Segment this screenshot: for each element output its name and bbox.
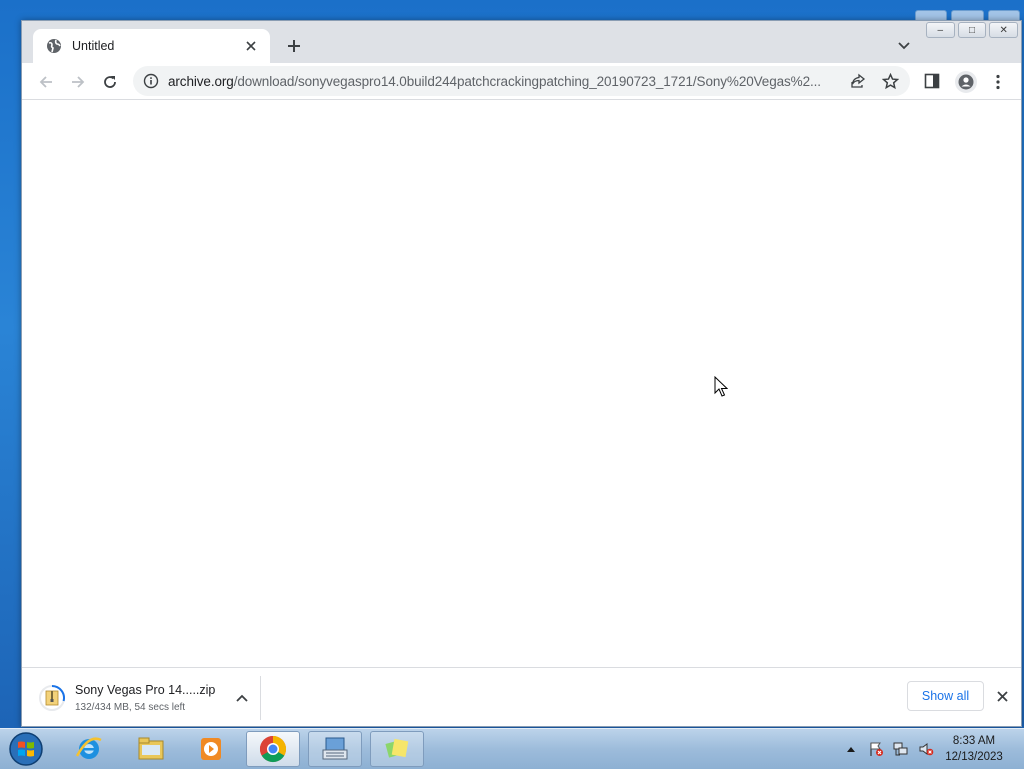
download-filename: Sony Vegas Pro 14.....zip [75,683,216,697]
zip-file-icon [39,685,65,711]
profile-avatar-icon[interactable] [955,71,977,93]
page-content [22,100,1021,667]
show-all-button[interactable]: Show all [907,681,984,711]
reload-icon [104,76,116,88]
download-item[interactable]: Sony Vegas Pro 14.....zip 132/434 MB, 54… [33,676,261,720]
file-explorer-icon[interactable] [124,731,178,767]
download-status: 132/434 MB, 54 secs left [75,702,186,713]
system-tray [842,739,935,759]
media-player-icon[interactable] [184,731,238,767]
plus-icon [288,40,300,52]
mouse-cursor-icon [714,376,728,397]
clock-time: 8:33 AM [952,735,996,747]
tab-close-icon[interactable] [242,37,260,55]
action-center-flag-icon[interactable] [867,740,885,758]
chevron-down-icon [898,42,910,50]
internet-explorer-icon[interactable] [62,731,116,767]
clock-date: 12/13/2023 [945,751,1003,763]
on-screen-keyboard-icon[interactable] [308,731,362,767]
globe-icon [46,38,62,54]
url-path: /download/sonyvegaspro14.0build244patchc… [233,73,821,89]
tab-title: Untitled [72,39,115,53]
chrome-icon[interactable] [246,731,300,767]
tab-untitled[interactable]: Untitled [33,29,270,63]
taskbar: 8:33 AM 12/13/2023 [0,728,1024,769]
reload-button[interactable] [99,71,121,93]
toolbar: archive.org/download/sonyvegaspro14.0bui… [22,63,1021,100]
share-icon[interactable] [848,71,868,91]
close-download-shelf-icon[interactable] [992,686,1012,706]
tab-strip: Untitled – □ ✕ [22,21,1021,63]
volume-muted-icon[interactable] [917,740,935,758]
address-bar[interactable]: archive.org/download/sonyvegaspro14.0bui… [133,66,910,96]
side-panel-icon[interactable] [924,73,942,91]
taskbar-clock[interactable]: 8:33 AM 12/13/2023 [935,733,1013,765]
info-icon[interactable] [143,73,159,89]
bookmark-star-icon[interactable] [880,71,900,91]
start-button[interactable] [6,730,46,768]
url-text[interactable]: archive.org/download/sonyvegaspro14.0bui… [168,74,836,89]
forward-button[interactable] [67,71,89,93]
sticky-notes-icon[interactable] [370,731,424,767]
download-shelf: Sony Vegas Pro 14.....zip 132/434 MB, 54… [22,667,1021,726]
chevron-up-icon[interactable] [232,688,252,708]
url-host: archive.org [168,73,234,89]
windows-logo-icon [9,732,43,766]
forward-arrow-icon [72,76,85,88]
maximize-button[interactable]: □ [957,22,987,38]
kebab-menu-icon[interactable] [990,72,1006,92]
back-button[interactable] [35,71,57,93]
tab-search-button[interactable] [894,36,914,56]
new-tab-button[interactable] [284,36,304,56]
show-hidden-icons-icon[interactable] [842,740,860,758]
close-window-button[interactable]: ✕ [989,22,1019,38]
window-controls: – □ ✕ [926,22,1019,38]
network-icon[interactable] [892,740,910,758]
back-arrow-icon [39,76,52,88]
browser-window: Untitled – □ ✕ archive.org/download/sony… [21,20,1022,727]
minimize-button[interactable]: – [926,22,955,38]
